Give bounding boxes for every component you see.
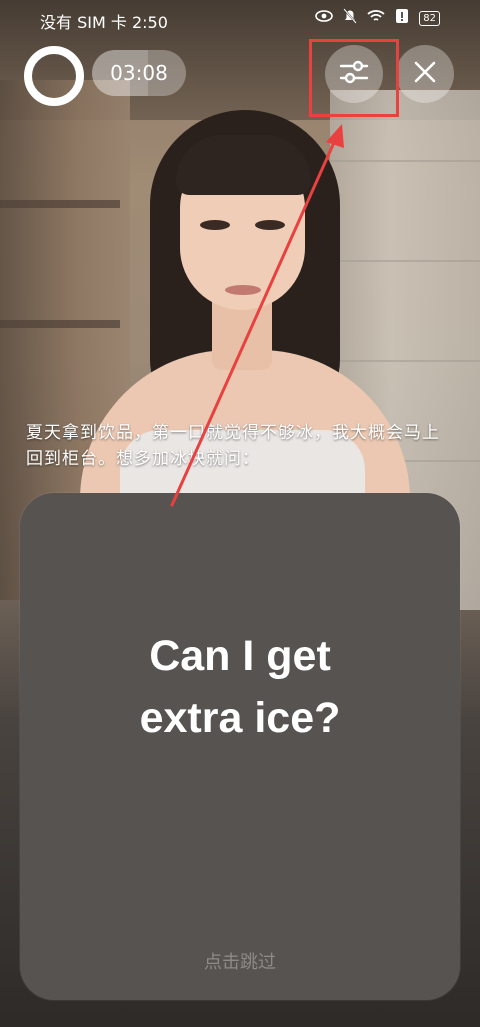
shelf — [0, 200, 120, 208]
shelf — [0, 320, 120, 328]
status-icons: 82 — [315, 8, 440, 28]
phrase-line-1: Can I get — [149, 632, 331, 680]
progress-ring — [24, 46, 84, 106]
phrase-line-2: extra ice? — [139, 694, 341, 742]
prompt-text: 夏天拿到饮品，第一口就觉得不够冰，我大概会马上回到柜台。想多加冰块就问： — [26, 423, 440, 469]
avatar-bangs — [176, 135, 311, 195]
skip-button[interactable]: 点击跳过 — [20, 948, 460, 974]
blind-line — [330, 360, 480, 362]
close-icon — [413, 60, 437, 88]
close-button[interactable] — [396, 45, 454, 103]
status-bar: 没有 SIM 卡 2:50 82 — [0, 0, 480, 36]
timer-pill: 03:08 — [92, 50, 186, 96]
avatar-eye — [200, 220, 230, 230]
avatar-lips — [225, 285, 261, 295]
alert-icon — [395, 8, 409, 28]
blind-line — [330, 260, 480, 262]
bell-off-icon — [343, 8, 358, 28]
wifi-icon — [367, 9, 385, 27]
highlight-box — [309, 39, 399, 117]
avatar-eye — [255, 220, 285, 230]
blind-line — [330, 160, 480, 162]
timer-label: 03:08 — [110, 61, 168, 85]
phrase-text: Can I get extra ice? — [20, 625, 460, 749]
eye-icon — [315, 9, 334, 27]
battery-icon: 82 — [419, 10, 440, 26]
status-carrier-time: 没有 SIM 卡 2:50 — [40, 13, 168, 32]
phrase-card[interactable]: Can I get extra ice? 点击跳过 — [20, 493, 460, 1000]
